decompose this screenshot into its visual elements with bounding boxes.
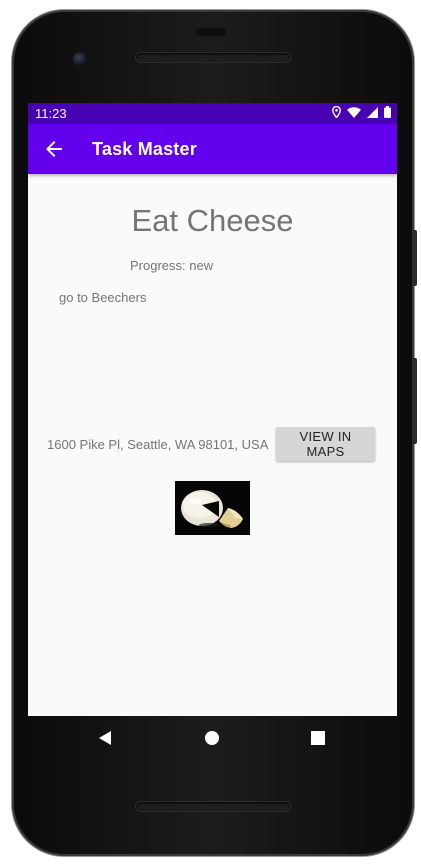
location-icon xyxy=(332,106,341,118)
bottom-speaker xyxy=(136,802,290,811)
system-nav-bar xyxy=(28,716,397,760)
app-title: Task Master xyxy=(92,139,197,159)
top-sensor xyxy=(196,28,226,36)
recents-square-icon[interactable] xyxy=(308,728,328,748)
status-bar: 11:23 xyxy=(28,103,397,124)
task-address: 1600 Pike Pl, Seattle, WA 98101, USA xyxy=(47,437,269,452)
task-progress: Progress: new xyxy=(130,258,214,273)
view-in-maps-button[interactable]: VIEW IN MAPS xyxy=(276,427,375,461)
back-triangle-icon[interactable] xyxy=(96,728,116,748)
task-title: Eat Cheese xyxy=(131,203,294,238)
home-circle-icon[interactable] xyxy=(202,728,222,748)
cheese-photo xyxy=(175,481,250,535)
task-body: go to Beechers xyxy=(59,290,147,305)
wifi-icon xyxy=(347,106,361,118)
arrow-back-icon[interactable] xyxy=(42,137,66,161)
cell-signal-icon xyxy=(367,106,378,118)
app-screen: 11:23 Task Master Eat Cheese Progress: n… xyxy=(28,103,397,716)
status-icons xyxy=(332,106,391,118)
volume-button xyxy=(412,358,417,444)
app-bar: Task Master xyxy=(28,124,397,174)
battery-icon xyxy=(384,106,391,118)
front-camera xyxy=(73,52,87,66)
top-speaker xyxy=(136,53,290,62)
status-time: 11:23 xyxy=(35,106,67,121)
power-button xyxy=(412,230,417,286)
